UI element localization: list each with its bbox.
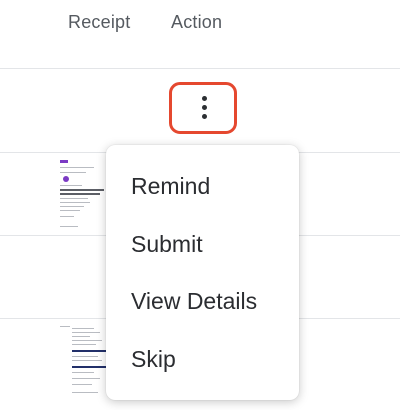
- page: Receipt Action Remind Submit View Detail…: [0, 0, 400, 410]
- menu-item-remind[interactable]: Remind: [131, 173, 210, 200]
- menu-item-skip[interactable]: Skip: [131, 346, 176, 373]
- receipt-thumbnail[interactable]: [58, 322, 106, 410]
- column-header-action: Action: [171, 12, 223, 32]
- menu-item-view-details[interactable]: View Details: [131, 288, 257, 315]
- row-divider: [0, 68, 400, 69]
- receipt-brand-mark: [63, 176, 69, 182]
- row-actions-button[interactable]: [169, 82, 237, 134]
- row-actions-menu: Remind Submit View Details Skip: [106, 145, 299, 400]
- receipt-thumbnail[interactable]: [58, 158, 106, 234]
- receipt-logo-graphic: [60, 160, 68, 163]
- menu-item-submit[interactable]: Submit: [131, 231, 203, 258]
- table-header: Receipt Action: [0, 0, 400, 68]
- column-header-receipt: Receipt: [68, 12, 131, 32]
